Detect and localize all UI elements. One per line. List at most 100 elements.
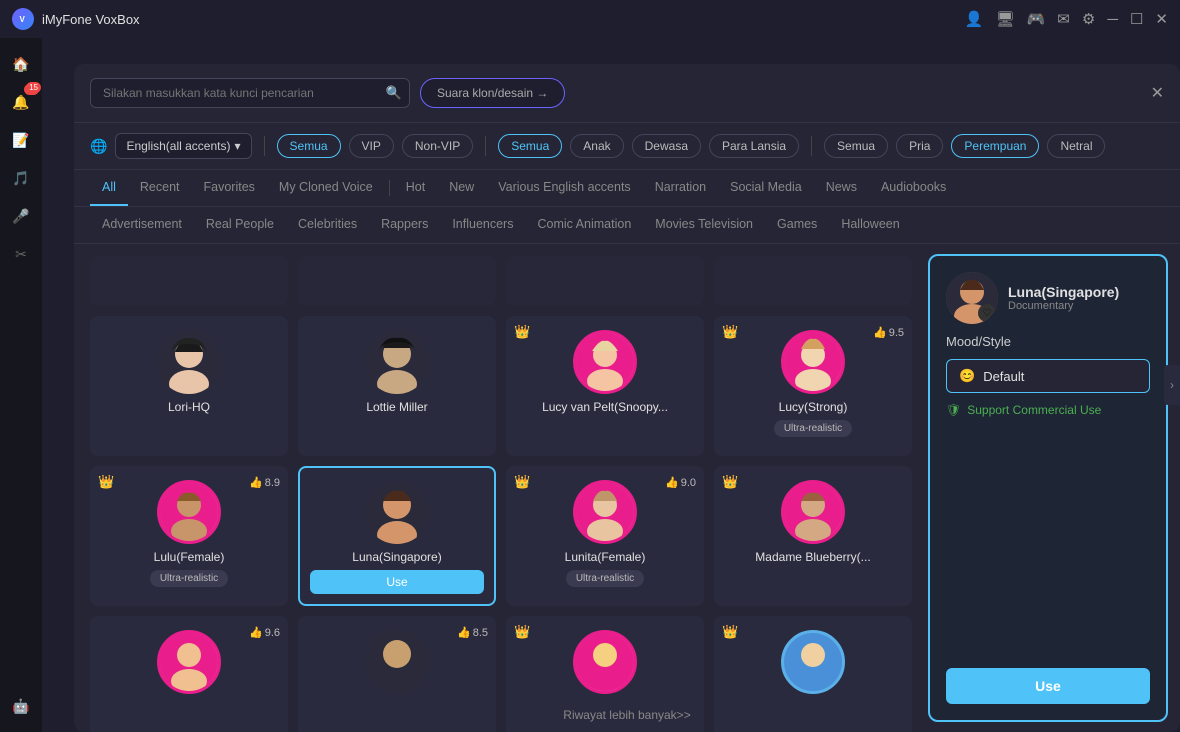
tab-audiobooks[interactable]: Audiobooks — [869, 170, 958, 206]
tab-celebrities[interactable]: Celebrities — [286, 207, 369, 243]
sidebar-item-notifications[interactable]: 🔔 15 — [5, 86, 37, 118]
detail-voice-name: Luna(Singapore) — [1008, 284, 1119, 300]
tab-favorites[interactable]: Favorites — [192, 170, 267, 206]
sidebar-item-voice[interactable]: 🎤 — [5, 200, 37, 232]
tab-influencers[interactable]: Influencers — [440, 207, 525, 243]
filter-para-lansia[interactable]: Para Lansia — [709, 134, 799, 158]
thumbs-up-icon-r32: 👍 — [457, 626, 471, 639]
sidebar-item-home[interactable]: 🏠 — [5, 48, 37, 80]
lucy-strong-name: Lucy(Strong) — [779, 400, 848, 414]
close-icon[interactable]: ✕ — [1155, 10, 1168, 28]
row3-1-rating: 👍 9.6 — [249, 626, 280, 639]
chevron-right-icon: › — [1170, 378, 1174, 392]
mail-icon[interactable]: ✉ — [1057, 10, 1070, 28]
sidebar-item-text[interactable]: 📝 — [5, 124, 37, 156]
sidebar-item-media[interactable]: 🎵 — [5, 162, 37, 194]
voice-card-lulu-female[interactable]: 👑 👍 8.9 Lulu(Female) Ult — [90, 466, 288, 606]
mood-emoji: 😊 — [959, 368, 975, 384]
search-button[interactable]: 🔍 — [386, 85, 402, 101]
filter-perempuan[interactable]: Perempuan — [951, 134, 1039, 158]
tab-recent[interactable]: Recent — [128, 170, 192, 206]
app-icon: V — [12, 8, 34, 30]
voice-design-button[interactable]: Suara klon/desain → — [420, 78, 565, 108]
partial-card-2 — [298, 256, 496, 306]
filter-divider-2 — [485, 136, 486, 156]
tab-news[interactable]: News — [814, 170, 869, 206]
voice-card-row3-4[interactable]: 👑 — [714, 616, 912, 732]
voice-card-lucy-van-pelt[interactable]: 👑 Lucy van Pelt(Snoopy... — [506, 316, 704, 456]
luna-singapore-name: Luna(Singapore) — [352, 550, 441, 564]
lucy-strong-rating: 👍 9.5 — [873, 326, 904, 339]
tab-rappers[interactable]: Rappers — [369, 207, 440, 243]
maximize-icon[interactable]: ☐ — [1130, 10, 1143, 28]
filter-nonvip[interactable]: Non-VIP — [402, 134, 473, 158]
madame-blueberry-avatar — [781, 480, 845, 544]
sidebar-item-robot[interactable]: 🤖 — [5, 690, 37, 722]
filter-semua[interactable]: Semua — [824, 134, 888, 158]
crown-icon-madame: 👑 — [722, 474, 738, 490]
tab-all[interactable]: All — [90, 170, 128, 206]
voice-card-madame-blueberry[interactable]: 👑 Madame Blueberry(... — [714, 466, 912, 606]
settings-icon[interactable]: ⚙ — [1082, 10, 1095, 28]
notification-badge: 15 — [24, 84, 39, 95]
tab-hot[interactable]: Hot — [394, 170, 437, 206]
search-input[interactable] — [90, 78, 410, 108]
lulu-female-name: Lulu(Female) — [154, 550, 225, 564]
heart-icon[interactable]: ♡ — [978, 304, 996, 322]
voice-card-lucy-strong[interactable]: 👑 👍 9.5 Lucy(Strong) Ult — [714, 316, 912, 456]
tab-games[interactable]: Games — [765, 207, 829, 243]
tab-various-english[interactable]: Various English accents — [486, 170, 642, 206]
category-divider — [389, 180, 390, 196]
tab-my-cloned-voice[interactable]: My Cloned Voice — [267, 170, 385, 206]
voice-card-row3-2[interactable]: 👍 8.5 — [298, 616, 496, 732]
crown-icon-lucy-strong: 👑 — [722, 324, 738, 340]
filter-row: 🌐 English(all accents) ▾ Semua VIP Non-V… — [74, 123, 1180, 170]
title-bar-left: V iMyFone VoxBox — [12, 8, 140, 30]
tab-real-people[interactable]: Real People — [194, 207, 286, 243]
voice-card-lottie-miller[interactable]: Lottie Miller — [298, 316, 496, 456]
filter-netral[interactable]: Netral — [1047, 134, 1105, 158]
voice-grid: Lori-HQ Lottie Miller — [74, 244, 928, 732]
language-selector[interactable]: English(all accents) ▾ — [115, 133, 251, 159]
mood-style-selector[interactable]: 😊 Default — [946, 359, 1150, 393]
filter-divider-3 — [811, 136, 812, 156]
lulu-rating: 👍 8.9 — [249, 476, 280, 489]
filter-all-2[interactable]: Semua — [498, 134, 562, 158]
screen-icon[interactable]: 🖥 — [996, 10, 1015, 28]
filter-all-1[interactable]: Semua — [277, 134, 341, 158]
lunita-female-name: Lunita(Female) — [565, 550, 646, 564]
filter-dewasa[interactable]: Dewasa — [632, 134, 701, 158]
bottom-bar[interactable]: Riwayat lebih banyak>> — [563, 708, 690, 722]
expand-btn[interactable]: › — [1164, 365, 1180, 405]
tab-movies-television[interactable]: Movies Television — [643, 207, 765, 243]
sidebar-item-edit[interactable]: ✂ — [5, 238, 37, 270]
filter-pria[interactable]: Pria — [896, 134, 943, 158]
tab-new[interactable]: New — [437, 170, 486, 206]
minimize-icon[interactable]: ─ — [1107, 11, 1118, 28]
account-icon[interactable]: 👤 — [965, 10, 984, 28]
grid-area: Lori-HQ Lottie Miller — [74, 244, 1180, 732]
tab-social-media[interactable]: Social Media — [718, 170, 814, 206]
voice-card-row3-1[interactable]: 👍 9.6 — [90, 616, 288, 732]
tab-comic-animation[interactable]: Comic Animation — [525, 207, 643, 243]
lulu-avatar — [157, 480, 221, 544]
voice-card-luna-singapore[interactable]: Luna(Singapore) Use — [298, 466, 496, 606]
close-button[interactable]: ✕ — [1151, 83, 1164, 103]
dropdown-icon: ▾ — [234, 139, 240, 153]
lottie-miller-avatar — [365, 330, 429, 394]
game-icon[interactable]: 🎮 — [1027, 10, 1046, 28]
lucy-van-pelt-name: Lucy van Pelt(Snoopy... — [542, 400, 668, 414]
tab-advertisement[interactable]: Advertisement — [90, 207, 194, 243]
sidebar: 🏠 🔔 15 📝 🎵 🎤 ✂ 🤖 — [0, 38, 42, 732]
filter-vip[interactable]: VIP — [349, 134, 394, 158]
thumbs-up-icon-lunita: 👍 — [665, 476, 679, 489]
filter-anak[interactable]: Anak — [570, 134, 623, 158]
luna-use-button[interactable]: Use — [310, 570, 484, 594]
voice-card-lori-hq[interactable]: Lori-HQ — [90, 316, 288, 456]
voice-card-lunita-female[interactable]: 👑 👍 9.0 Lunita(Female) U — [506, 466, 704, 606]
app-title: iMyFone VoxBox — [42, 12, 140, 27]
detail-use-button[interactable]: Use — [946, 668, 1150, 704]
tab-narration[interactable]: Narration — [643, 170, 718, 206]
partial-card-4 — [714, 256, 912, 306]
tab-halloween[interactable]: Halloween — [829, 207, 911, 243]
